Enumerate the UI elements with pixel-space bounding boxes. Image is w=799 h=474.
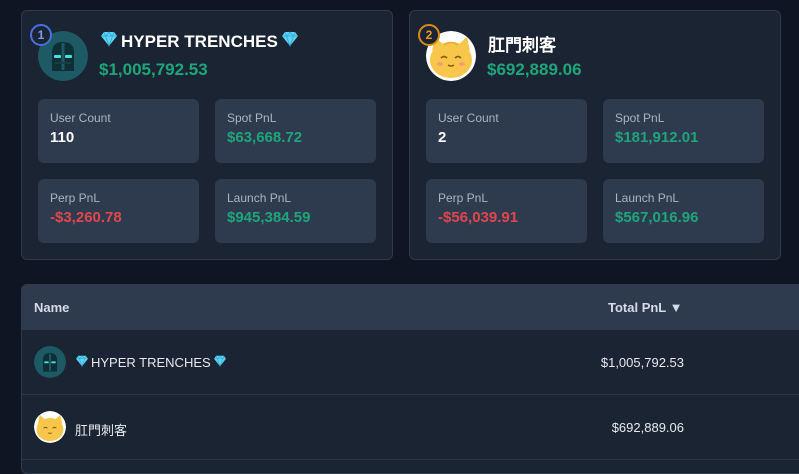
diamond-icon xyxy=(213,355,227,370)
stat-label: User Count xyxy=(438,111,499,125)
stat-value: $181,912.01 xyxy=(615,129,699,146)
stat-value: -$56,039.91 xyxy=(438,209,519,226)
stat-launch-pnl: Launch PnL $945,384.59 xyxy=(215,179,376,243)
team-card-1[interactable]: 1 HYPER TRENCHES $1,005,792.53 User Coun… xyxy=(21,10,393,260)
diamond-icon xyxy=(281,31,299,52)
leaderboard-table: Name Total PnL ▼ HYPER TRENCHES $1,005,7… xyxy=(21,284,799,474)
knight-helmet-avatar xyxy=(34,346,66,378)
stat-perp-pnl: Perp PnL -$56,039.91 xyxy=(426,179,587,243)
table-row[interactable]: 肛門刺客 $692,889.06 xyxy=(22,395,799,460)
stat-user-count: User Count 2 xyxy=(426,99,587,163)
stat-label: Spot PnL xyxy=(227,111,277,125)
row-team-name: 肛門刺客 xyxy=(75,423,128,438)
row-total-pnl: $1,005,792.53 xyxy=(600,355,684,370)
stat-launch-pnl: Launch PnL $567,016.96 xyxy=(603,179,764,243)
table-header: Name Total PnL ▼ xyxy=(22,285,799,330)
column-header-name[interactable]: Name xyxy=(34,300,69,315)
team-name: 肛門刺客 xyxy=(488,36,556,55)
stat-value: 2 xyxy=(438,129,447,146)
stat-value: $63,668.72 xyxy=(227,129,303,146)
table-row[interactable]: HYPER TRENCHES $1,005,792.53 xyxy=(22,330,799,395)
team-total-pnl: $692,889.06 xyxy=(487,60,582,79)
stat-value: $567,016.96 xyxy=(615,209,699,226)
diamond-icon xyxy=(75,355,89,370)
team-total-pnl: $1,005,792.53 xyxy=(99,60,208,79)
rank-badge: 1 xyxy=(30,24,52,46)
stat-label: User Count xyxy=(50,111,111,125)
stat-perp-pnl: Perp PnL -$3,260.78 xyxy=(38,179,199,243)
stat-value: $945,384.59 xyxy=(227,209,311,226)
cat-avatar xyxy=(34,411,66,443)
stat-spot-pnl: Spot PnL $63,668.72 xyxy=(215,99,376,163)
rank-badge: 2 xyxy=(418,24,440,46)
team-name: HYPER TRENCHES xyxy=(100,31,299,52)
stat-label: Launch PnL xyxy=(227,191,292,205)
row-team-name: HYPER TRENCHES xyxy=(75,355,227,370)
stat-label: Spot PnL xyxy=(615,111,665,125)
stat-label: Perp PnL xyxy=(438,191,489,205)
column-header-total-pnl-sort[interactable]: Total PnL ▼ xyxy=(608,300,683,315)
stat-value: 110 xyxy=(50,129,75,146)
stat-spot-pnl: Spot PnL $181,912.01 xyxy=(603,99,764,163)
stat-value: -$3,260.78 xyxy=(50,209,122,226)
stat-user-count: User Count 110 xyxy=(38,99,199,163)
stat-label: Launch PnL xyxy=(615,191,680,205)
team-card-2[interactable]: 2 肛門刺客 $692,889.06 User Count 2 Spot PnL… xyxy=(409,10,781,260)
row-total-pnl: $692,889.06 xyxy=(611,420,684,435)
diamond-icon xyxy=(100,31,118,52)
stat-label: Perp PnL xyxy=(50,191,101,205)
